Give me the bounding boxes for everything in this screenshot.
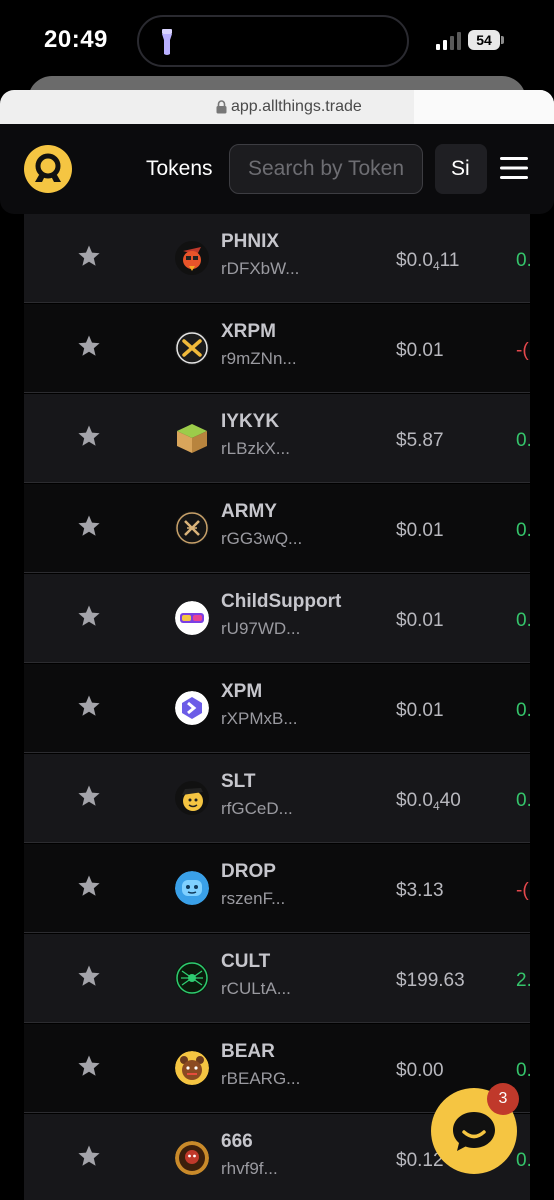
star-icon[interactable] <box>77 514 101 538</box>
token-address: rBEARG... <box>221 1069 301 1088</box>
token-change: 0. <box>516 520 530 541</box>
phoenix-icon <box>175 241 209 275</box>
token-name: 666 <box>221 1131 253 1152</box>
childsupport-icon <box>175 601 209 635</box>
table-row[interactable]: PHNIX rDFXbW... $0.0411 0. <box>24 214 530 303</box>
drop-face-icon <box>175 871 209 905</box>
token-name: ARMY <box>221 501 277 522</box>
star-icon[interactable] <box>77 424 101 448</box>
666-icon <box>175 1141 209 1175</box>
star-icon[interactable] <box>77 244 101 268</box>
token-address: rhvf9f... <box>221 1159 278 1178</box>
token-price: $0.0440 <box>396 790 461 813</box>
token-price: $199.63 <box>396 970 465 991</box>
cult-spider-icon <box>175 961 209 995</box>
token-name: IYKYK <box>221 411 280 432</box>
table-row[interactable]: XRPM r9mZNn... $0.01 -( <box>24 304 530 393</box>
xrpm-x-icon <box>175 331 209 365</box>
token-price: $0.0411 <box>396 250 460 273</box>
url-text-wrap: app.allthings.trade <box>216 98 362 116</box>
logo-icon <box>35 153 61 182</box>
token-change: -( <box>516 340 529 361</box>
url-bar[interactable]: app.allthings.trade <box>0 90 554 124</box>
bear-icon <box>175 1051 209 1085</box>
xpm-icon <box>175 691 209 725</box>
token-address: r9mZNn... <box>221 349 297 368</box>
token-name: XRPM <box>221 321 276 342</box>
signin-button[interactable]: Si <box>435 144 487 194</box>
app-logo[interactable] <box>24 145 72 193</box>
table-row[interactable]: SLT rfGCeD... $0.0440 0. <box>24 754 530 843</box>
token-address: rDFXbW... <box>221 259 300 278</box>
star-icon[interactable] <box>77 694 101 718</box>
token-change: 0. <box>516 610 530 631</box>
token-change: 0. <box>516 250 530 271</box>
token-change: 0. <box>516 790 530 811</box>
token-change: -( <box>516 880 529 901</box>
status-time: 20:49 <box>44 26 108 53</box>
star-icon[interactable] <box>77 1054 101 1078</box>
star-icon[interactable] <box>77 874 101 898</box>
token-change: 0. <box>516 430 530 451</box>
table-row[interactable]: XPM rXPMxB... $0.01 0. <box>24 664 530 753</box>
token-change: 0. <box>516 1060 530 1081</box>
slt-face-icon <box>175 781 209 815</box>
battery-level: 54 <box>468 30 500 50</box>
token-name: PHNIX <box>221 231 280 252</box>
token-price: $0.01 <box>396 700 444 721</box>
token-name: CULT <box>221 951 271 972</box>
app-header: Tokens Si <box>0 124 554 214</box>
token-change: 0. <box>516 700 530 721</box>
lock-icon <box>216 100 227 114</box>
status-bar: 20:49 54 <box>0 0 554 80</box>
star-icon[interactable] <box>77 334 101 358</box>
notification-badge: 3 <box>487 1083 519 1115</box>
token-change: 0. <box>516 1150 530 1171</box>
token-address: rLBzkX... <box>221 439 290 458</box>
battery-icon: 54 <box>468 30 504 52</box>
table-row[interactable]: IYKYK rLBzkX... $5.87 0. <box>24 394 530 483</box>
chat-bubble-icon <box>453 1112 495 1151</box>
token-price: $0.01 <box>396 520 444 541</box>
token-price: $0.00 <box>396 1060 444 1081</box>
flashlight-icon <box>162 29 172 55</box>
search-input[interactable] <box>229 144 423 194</box>
cube-icon <box>175 421 209 455</box>
token-name: DROP <box>221 861 276 882</box>
token-price: $0.01 <box>396 340 444 361</box>
star-icon[interactable] <box>77 1144 101 1168</box>
token-name: XPM <box>221 681 263 702</box>
token-change: 2. <box>516 970 530 991</box>
token-price: $3.13 <box>396 880 444 901</box>
chat-button[interactable]: 3 <box>431 1083 519 1174</box>
token-name: ChildSupport <box>221 591 342 612</box>
url-label: app.allthings.trade <box>231 98 362 115</box>
token-address: rfGCeD... <box>221 799 293 818</box>
token-address: rU97WD... <box>221 619 301 638</box>
token-list: PHNIX rDFXbW... $0.0411 0. XRPM r9mZNn..… <box>24 214 530 1200</box>
army-x-icon <box>175 511 209 545</box>
signal-icon <box>436 32 461 50</box>
token-price: $0.01 <box>396 610 444 631</box>
token-address: rszenF... <box>221 889 286 908</box>
star-icon[interactable] <box>77 604 101 628</box>
star-icon[interactable] <box>77 964 101 988</box>
star-icon[interactable] <box>77 784 101 808</box>
dynamic-island <box>137 15 409 67</box>
nav-tokens[interactable]: Tokens <box>146 157 213 181</box>
token-name: BEAR <box>221 1041 275 1062</box>
table-row[interactable]: DROP rszenF... $3.13 -( <box>24 844 530 933</box>
hamburger-menu-icon[interactable] <box>500 156 528 180</box>
table-row[interactable]: ChildSupport rU97WD... $0.01 0. <box>24 574 530 663</box>
token-name: SLT <box>221 771 256 792</box>
table-row[interactable]: ARMY rGG3wQ... $0.01 0. <box>24 484 530 573</box>
table-row[interactable]: CULT rCULtA... $199.63 2. <box>24 934 530 1023</box>
token-price: $5.87 <box>396 430 444 451</box>
token-address: rXPMxB... <box>221 709 298 728</box>
token-address: rCULtA... <box>221 979 291 998</box>
token-address: rGG3wQ... <box>221 529 303 548</box>
